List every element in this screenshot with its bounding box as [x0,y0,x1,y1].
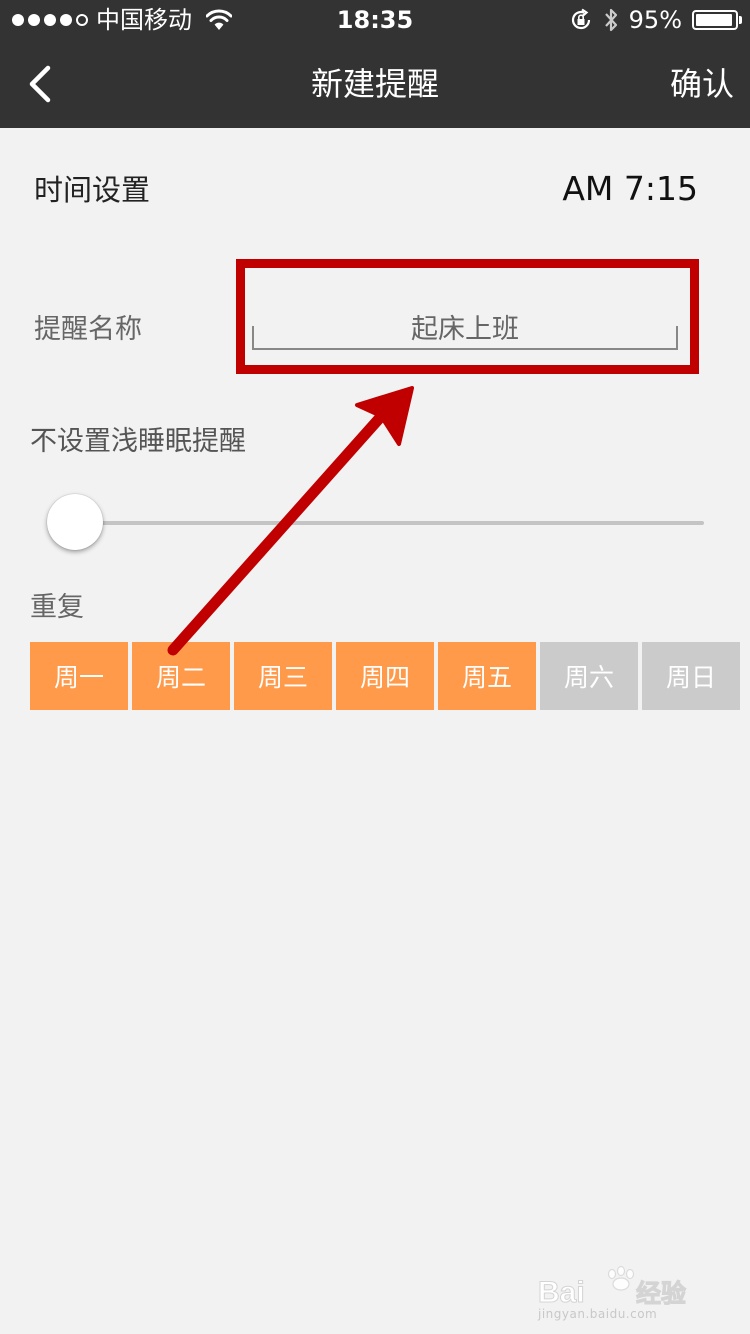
light-sleep-slider-thumb[interactable] [47,494,103,550]
day-monday[interactable]: 周一 [30,642,128,710]
back-button[interactable] [18,60,62,108]
signal-dot [28,14,40,26]
navigation-bar: 新建提醒 确认 [0,40,750,128]
rotation-lock-icon [571,8,590,30]
signal-dot [12,14,24,26]
day-wednesday[interactable]: 周三 [234,642,332,710]
svg-text:jingyan.baidu.com: jingyan.baidu.com [537,1307,657,1321]
day-friday[interactable]: 周五 [438,642,536,710]
battery-icon [692,10,742,30]
signal-dot [44,14,56,26]
carrier-name: 中国移动 [96,6,192,34]
reminder-name-label: 提醒名称 [34,314,142,345]
baidu-jingyan-watermark: Bai 经验 jingyan.baidu.com [537,1265,687,1321]
repeat-days: 周一 周二 周三 周四 周五 周六 周日 [30,642,740,710]
day-saturday[interactable]: 周六 [540,642,638,710]
bluetooth-icon [604,8,617,32]
battery-percent: 95% [628,6,682,34]
day-sunday[interactable]: 周日 [642,642,740,710]
battery-level [696,14,733,26]
day-tuesday[interactable]: 周二 [132,642,230,710]
time-setting-value[interactable]: AM 7:15 [562,168,698,210]
svg-text:Bai: Bai [538,1276,585,1309]
status-left: 中国移动 [12,4,232,36]
signal-dot [76,14,88,26]
status-bar: 中国移动 18:35 95% [0,0,750,40]
light-sleep-label: 不设置浅睡眠提醒 [30,426,246,457]
wifi-icon [206,9,232,30]
time-setting-label: 时间设置 [34,173,151,207]
annotation-highlight-box [236,259,699,374]
status-right: 95% [569,4,742,36]
signal-strength-icon [12,14,88,26]
signal-dot [60,14,72,26]
confirm-button[interactable]: 确认 [670,62,734,106]
day-thursday[interactable]: 周四 [336,642,434,710]
light-sleep-slider-track[interactable] [60,521,704,525]
svg-text:经验: 经验 [636,1279,686,1308]
chevron-left-icon [29,65,51,103]
page-title: 新建提醒 [310,65,439,103]
repeat-label: 重复 [30,592,84,623]
